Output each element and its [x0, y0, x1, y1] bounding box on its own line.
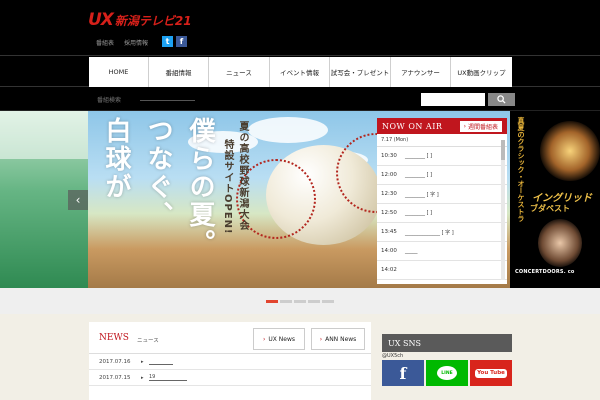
global-nav: HOME 番組情報 ニュース イベント情報 試写会・プレゼント アナウンサー U… [89, 57, 512, 87]
pager-dot[interactable] [294, 300, 306, 303]
news-section: NEWS ニュース › UX News › ANN News 2017.07.1… [89, 322, 371, 400]
program-search-underline [140, 100, 195, 101]
page: UX 新潟テレビ21 番組表 採用情報 t f HOME 番組情報 ニュース イ… [0, 0, 600, 400]
nav-video-clips[interactable]: UX動画クリップ [451, 57, 512, 87]
chevron-right-icon: › [463, 122, 466, 130]
now-on-air-header: NOW ON AIR › 週間番組表 [377, 118, 507, 134]
schedule-slot[interactable]: 14:02 [377, 261, 507, 280]
ad-footer: CONCERTDOORS. co [515, 269, 575, 275]
site-header: UX 新潟テレビ21 番組表 採用情報 t f [0, 0, 600, 55]
slogan-line-1: 白球が [101, 117, 131, 201]
facebook-icon: f [399, 363, 407, 383]
news-item[interactable]: 2017.07.16 ▸ [89, 354, 371, 370]
news-title: NEWS [99, 333, 129, 343]
slider-pagination [0, 288, 600, 314]
now-on-air-title: NOW ON AIR [382, 121, 443, 131]
triangle-right-icon: ▸ [141, 358, 144, 365]
ad-line-1: イングリッド [532, 193, 592, 204]
pager-dot[interactable] [322, 300, 334, 303]
slider-prev-button[interactable]: ‹ [68, 190, 88, 210]
now-on-air-list: 10:30 ________ [ ] 12:00 ________ [ ] 12… [377, 147, 507, 281]
hero-slider: 白球が つなぐ、 僕らの夏。 夏の高校野球新潟大会 特設サイトOPEN! ‹ ›… [0, 111, 600, 288]
schedule-slot[interactable]: 12:00 ________ [ ] [377, 166, 507, 185]
baseball-image [236, 133, 416, 245]
pager-dot[interactable] [280, 300, 292, 303]
sub-slogan-title: 夏の高校野球新潟大会 [237, 121, 248, 231]
program-search-label: 番組検索 [97, 97, 122, 104]
nav-presents[interactable]: 試写会・プレゼント [330, 57, 391, 87]
schedule-slot[interactable]: 10:30 ________ [ ] [377, 147, 507, 166]
pager-dot-active[interactable] [266, 300, 278, 303]
now-on-air-panel: NOW ON AIR › 週間番組表 7.17 (Mon) 10:30 ____… [377, 118, 507, 284]
nav-announcers[interactable]: アナウンサー [391, 57, 451, 87]
header-link-recruit[interactable]: 採用情報 [124, 38, 148, 47]
chevron-left-icon: ‹ [75, 193, 81, 207]
now-on-air-scrollbar[interactable] [501, 140, 505, 280]
slogan-line-3: 僕らの夏。 [185, 117, 215, 257]
triangle-right-icon: ▸ [141, 374, 144, 381]
nav-home[interactable]: HOME [89, 57, 149, 87]
schedule-slot[interactable]: 12:50 ________ [ ] [377, 204, 507, 223]
youtube-button[interactable]: You Tube [470, 360, 512, 386]
search-input[interactable] [421, 93, 485, 106]
chevron-right-icon: › [262, 335, 266, 343]
search-button[interactable] [488, 93, 515, 106]
twitter-icon[interactable]: t [162, 36, 173, 47]
news-item[interactable]: 2017.07.15 ▸ 19 [89, 370, 371, 386]
schedule-slot[interactable]: 13:45 ______________ [ 字 ] [377, 223, 507, 242]
sns-handle[interactable]: @UX5ch [382, 353, 512, 359]
logo-name: 新潟テレビ21 [114, 14, 192, 28]
schedule-slot[interactable]: 12:30 ________ [ 字 ] [377, 185, 507, 204]
news-subtitle: ニュース [137, 338, 159, 344]
sns-title: UX SNS [382, 334, 512, 352]
facebook-icon[interactable]: f [176, 36, 187, 47]
weekly-schedule-label: 週間番組表 [467, 123, 498, 131]
facebook-button[interactable]: f [382, 360, 424, 386]
nav-events[interactable]: イベント情報 [270, 57, 330, 87]
slogan-line-2: つなぐ、 [143, 117, 173, 229]
header-links: 番組表 採用情報 [96, 38, 148, 47]
weekly-schedule-button[interactable]: › 週間番組表 [459, 120, 502, 132]
nav-news[interactable]: ニュース [209, 57, 270, 87]
tab-ann-news[interactable]: › ANN News [311, 328, 365, 350]
search-row: 番組検索 [0, 87, 600, 111]
logo-mark: UX [88, 10, 114, 30]
global-nav-bar: HOME 番組情報 ニュース イベント情報 試写会・プレゼント アナウンサー U… [0, 55, 600, 87]
tab-ux-news[interactable]: › UX News [253, 328, 305, 350]
chevron-right-icon: › [319, 335, 323, 343]
schedule-slot[interactable]: 14:00 _____ [377, 242, 507, 261]
ad-line-2: ブダペスト [530, 204, 570, 213]
now-on-air-date: 7.17 (Mon) [377, 134, 507, 147]
sns-section: UX SNS @UX5ch f LINE You Tube [382, 334, 512, 400]
nav-programs[interactable]: 番組情報 [149, 57, 209, 87]
site-logo[interactable]: UX 新潟テレビ21 [88, 10, 192, 30]
ad-vertical-text: 真夏のクラシック・オーケストラ [517, 117, 525, 222]
pager-dot[interactable] [308, 300, 320, 303]
header-sns: t f [162, 36, 187, 47]
line-icon: LINE [437, 366, 457, 380]
search-icon [497, 95, 506, 104]
youtube-icon: You Tube [475, 368, 507, 378]
sub-slogan-open: 特設サイトOPEN! [222, 139, 233, 235]
news-header: NEWS ニュース › UX News › ANN News [89, 322, 371, 354]
line-button[interactable]: LINE [426, 360, 468, 386]
header-link-schedule[interactable]: 番組表 [96, 38, 114, 47]
next-slide-preview[interactable]: 真夏のクラシック・オーケストラ イングリッド ブダペスト CONCERTDOOR… [510, 111, 600, 288]
